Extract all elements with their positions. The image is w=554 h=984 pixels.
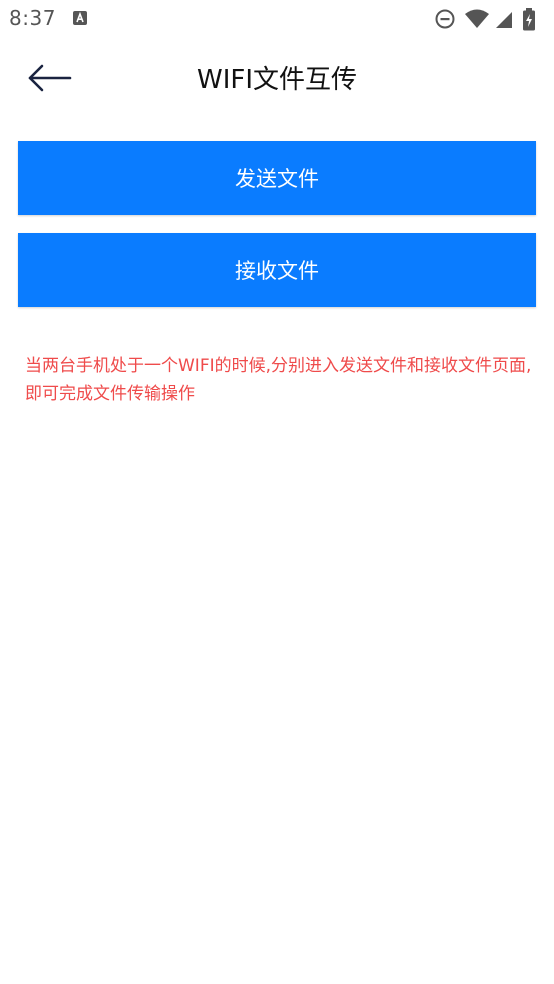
- send-file-button[interactable]: 发送文件: [18, 141, 536, 215]
- cell-signal-icon: [496, 12, 512, 28]
- toolbar: WIFI文件互传: [0, 38, 554, 122]
- hint-text: 当两台手机处于一个WIFI的时候,分别进入发送文件和接收文件页面,即可完成文件传…: [25, 356, 532, 404]
- status-icons: [434, 8, 544, 31]
- do-not-disturb-icon: [435, 9, 455, 29]
- page-title: WIFI文件互传: [197, 65, 357, 95]
- wifi-icon: [465, 9, 489, 28]
- receive-file-button[interactable]: 接收文件: [18, 233, 536, 307]
- status-time: 8:37: [9, 6, 56, 30]
- notification-a-icon: [72, 10, 88, 26]
- battery-charging-icon: [523, 8, 535, 31]
- status-bar: 8:37: [0, 0, 554, 38]
